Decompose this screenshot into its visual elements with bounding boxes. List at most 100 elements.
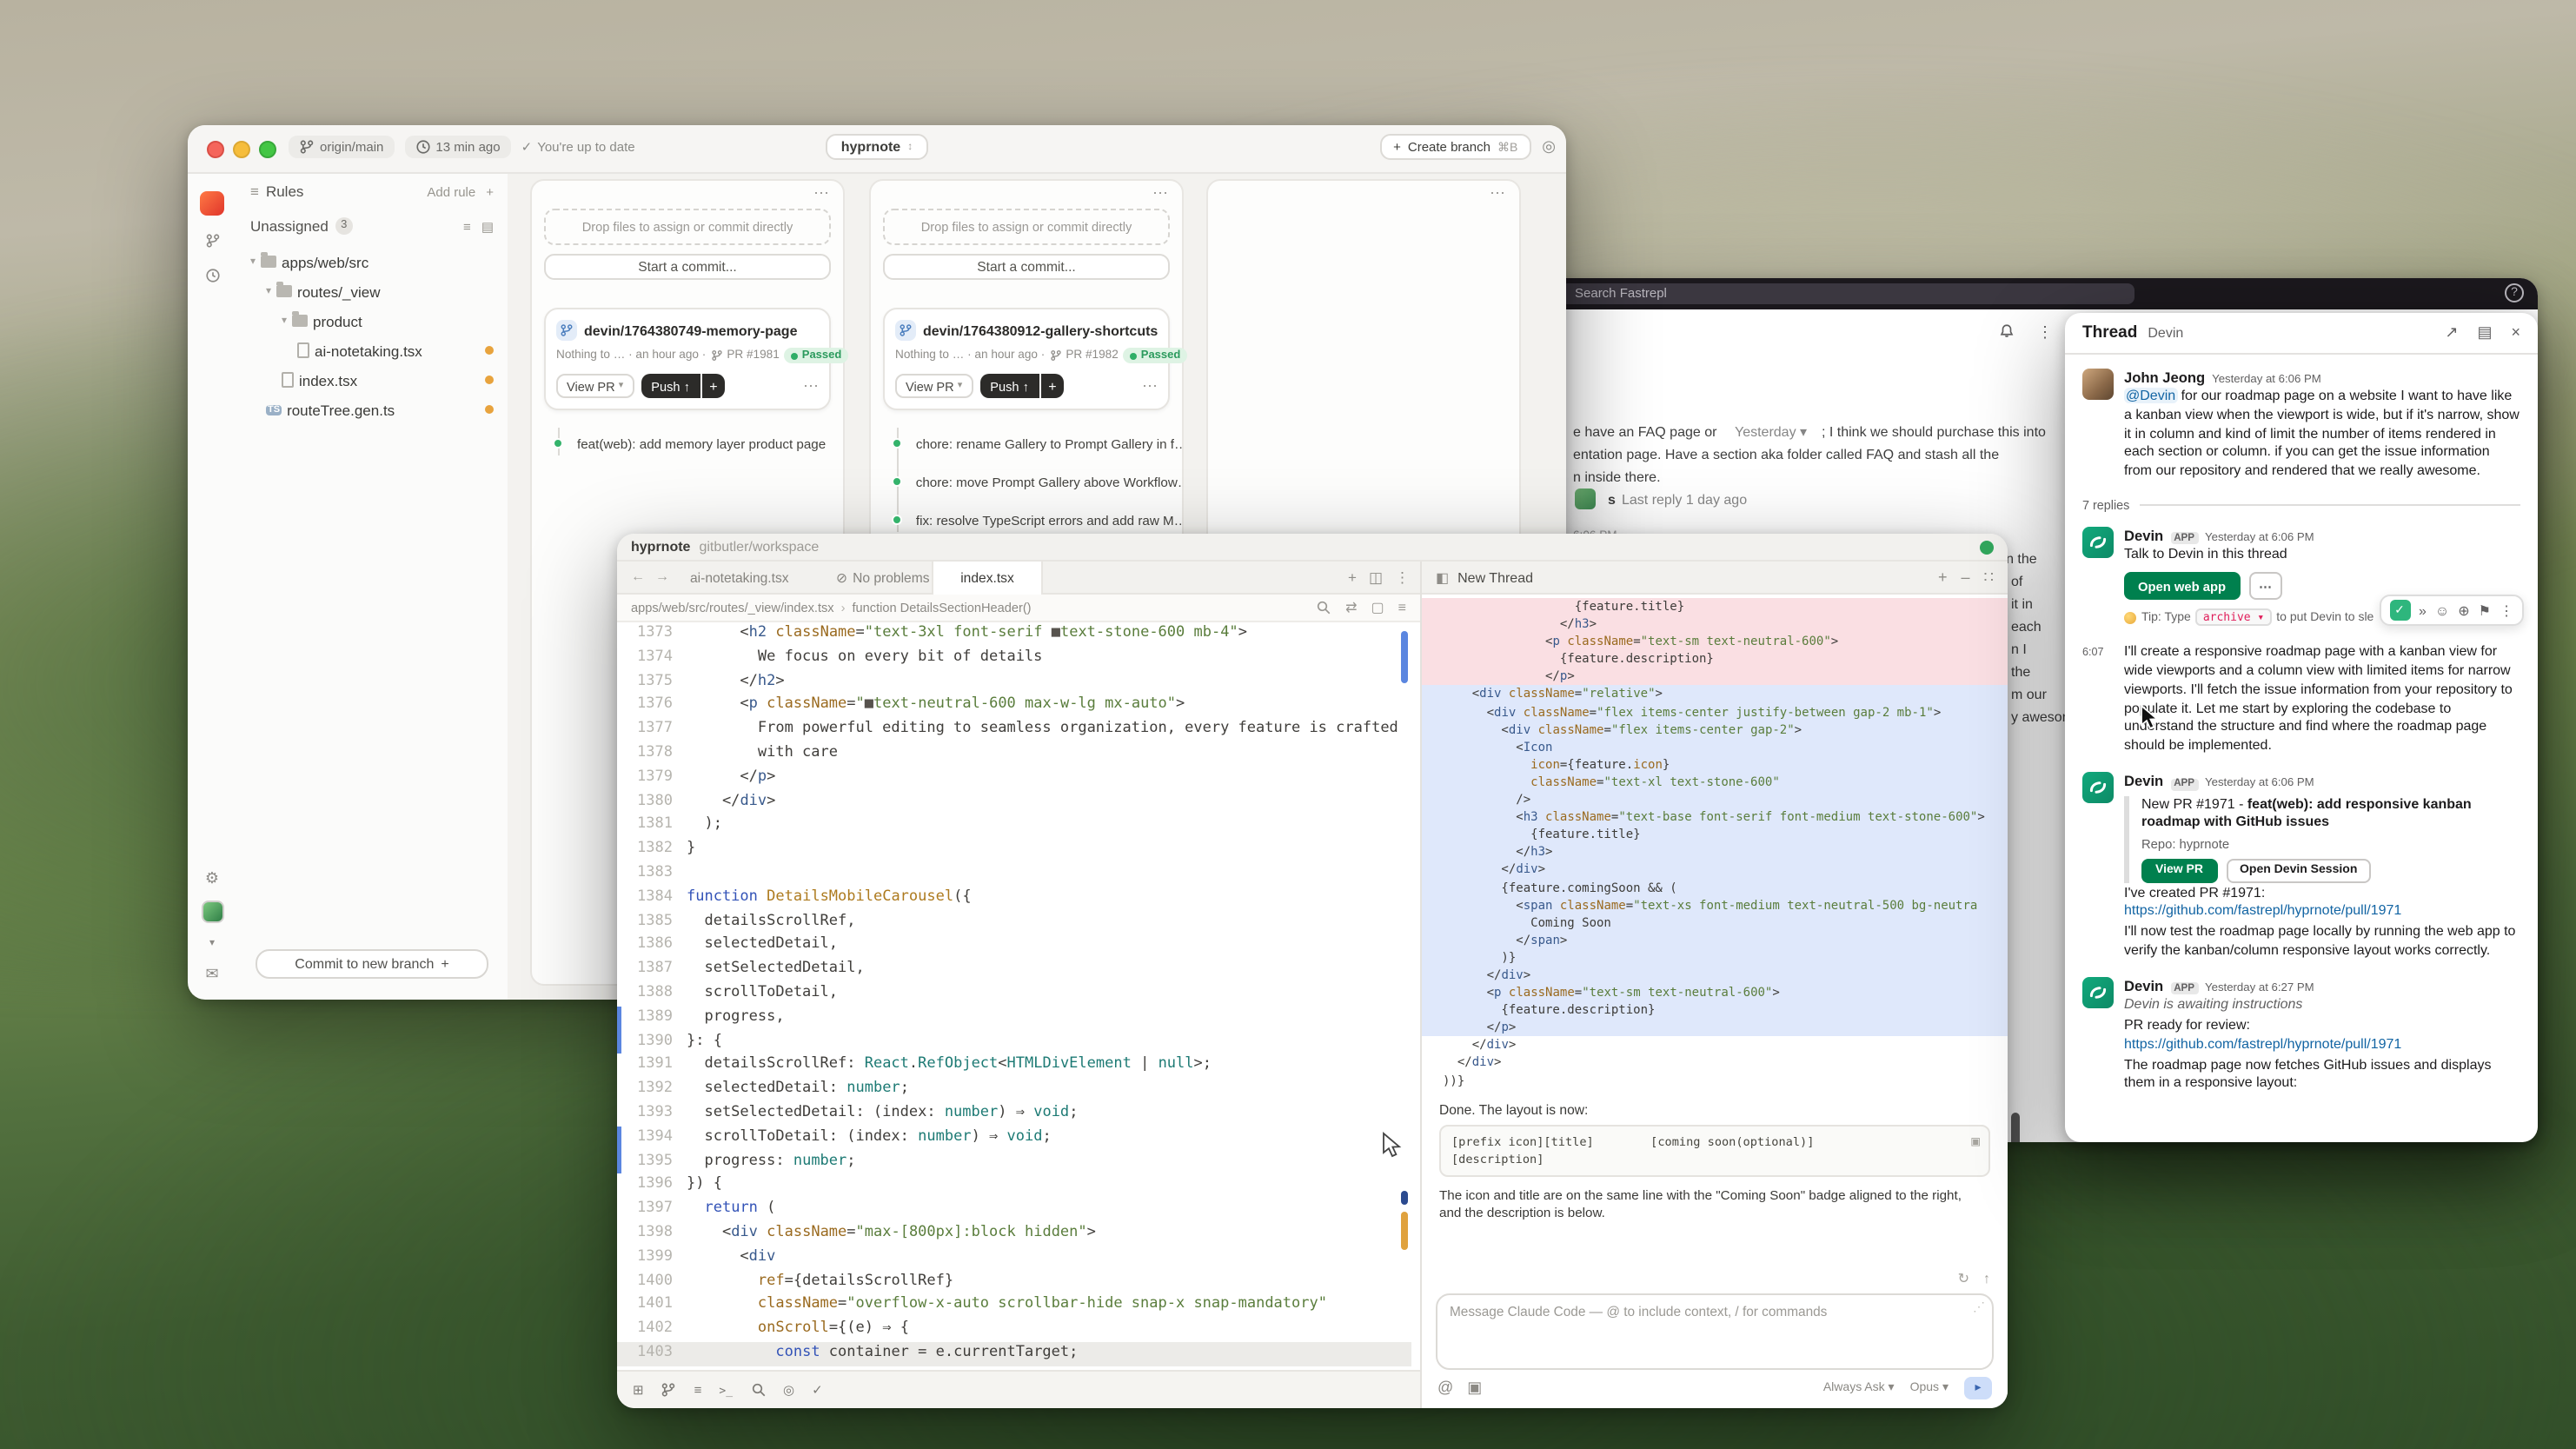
- tree-item-ai-notetaking.tsx[interactable]: ai-notetaking.tsx: [236, 336, 508, 365]
- kebab-menu-icon[interactable]: ⋮: [2037, 323, 2053, 342]
- code-line-1378[interactable]: 1378 with care: [617, 742, 1411, 767]
- diagnostics-icon[interactable]: ◎: [783, 1382, 794, 1398]
- code-line-1386[interactable]: 1386 selectedDetail,: [617, 934, 1411, 959]
- code-line-1387[interactable]: 1387 setSelectedDetail,: [617, 958, 1411, 982]
- drop-zone[interactable]: Drop files to assign or commit directly: [544, 209, 831, 245]
- pr-number[interactable]: PR #1982: [1050, 349, 1118, 362]
- add-rule-button[interactable]: Add rule+: [427, 183, 494, 199]
- code-line-1382[interactable]: 1382}: [617, 838, 1411, 862]
- code-line-1391[interactable]: 1391 detailsScrollRef: React.RefObject<H…: [617, 1054, 1411, 1079]
- message-more-button[interactable]: ⋯: [2248, 573, 2282, 601]
- lane-menu-icon[interactable]: ⋯: [813, 184, 831, 203]
- replies-count[interactable]: 7 replies: [2082, 497, 2129, 513]
- split-editor-icon[interactable]: ◫: [1369, 568, 1383, 588]
- archive-command-chip[interactable]: archive ▾: [2196, 609, 2271, 627]
- editor-settings-icon[interactable]: ≡: [1398, 599, 1406, 616]
- code-line-1381[interactable]: 1381 );: [617, 814, 1411, 839]
- assistant-thread-title[interactable]: New Thread: [1457, 569, 1533, 585]
- code-line-1374[interactable]: 1374 We focus on every bit of details: [617, 647, 1411, 671]
- new-thread-icon[interactable]: +: [1938, 568, 1948, 587]
- message-timestamp[interactable]: Yesterday at 6:06 PM: [2205, 532, 2314, 544]
- forward-icon[interactable]: »: [2419, 603, 2427, 619]
- start-commit-button[interactable]: Start a commit...: [544, 254, 831, 280]
- pr-link[interactable]: https://github.com/fastrepl/hyprnote/pul…: [2124, 1036, 2520, 1055]
- copy-icon[interactable]: ▣: [1971, 1133, 1980, 1150]
- open-web-app-button[interactable]: Open web app: [2124, 573, 2240, 601]
- commit-item[interactable]: chore: rename Gallery to Prompt Gallery …: [892, 424, 1182, 462]
- view-pr-button[interactable]: View PR ▾: [556, 374, 634, 398]
- history-icon[interactable]: [204, 268, 220, 285]
- send-button[interactable]: ▸: [1964, 1376, 1992, 1399]
- collapse-icon[interactable]: –: [1962, 568, 1970, 587]
- commit-item[interactable]: feat(web): add memory layer product page: [553, 424, 843, 462]
- code-line-1376[interactable]: 1376 <p className="■text-neutral-600 max…: [617, 695, 1411, 719]
- chevron-down-icon[interactable]: ▾: [209, 937, 215, 953]
- feedback-mail-icon[interactable]: ✉: [205, 967, 218, 982]
- code-line-1398[interactable]: 1398 <div className="max-[800px]:block h…: [617, 1222, 1411, 1246]
- resize-handle-icon[interactable]: ⋰: [1973, 1300, 1985, 1314]
- slack-search-input[interactable]: Search Fastrepl: [1561, 283, 2134, 304]
- statusbar-branch-icon[interactable]: [661, 1381, 677, 1399]
- code-line-1392[interactable]: 1392 selectedDetail: number;: [617, 1078, 1411, 1102]
- thread-channel[interactable]: Devin: [2148, 325, 2183, 341]
- check-reaction-icon[interactable]: ✓: [2389, 601, 2410, 621]
- tree-item-apps/web/src[interactable]: ▾apps/web/src: [236, 247, 508, 276]
- open-devin-session-button[interactable]: Open Devin Session: [2226, 858, 2371, 882]
- card-menu-icon[interactable]: ⋯: [1142, 376, 1158, 395]
- tree-view-icon[interactable]: ▤: [481, 218, 494, 234]
- branch-card[interactable]: devin/1764380749-memory-pageNothing to ……: [544, 308, 831, 410]
- assistant-input-box[interactable]: ⋰: [1436, 1293, 1994, 1370]
- code-line-1401[interactable]: 1401 className="overflow-x-auto scrollba…: [617, 1294, 1411, 1319]
- tree-item-routeTree.gen.ts[interactable]: TSrouteTree.gen.ts: [236, 395, 508, 424]
- editor-more-icon[interactable]: ⋮: [1395, 568, 1410, 588]
- search-icon[interactable]: [1316, 599, 1331, 616]
- tab-ai-notetaking[interactable]: ai-notetaking.tsx: [680, 562, 800, 595]
- code-line-1373[interactable]: 1373 <h2 className="text-3xl font-serif …: [617, 622, 1411, 647]
- editor-scrollbar[interactable]: [1401, 622, 1408, 1370]
- emoji-icon[interactable]: ☺: [2435, 603, 2449, 619]
- code-line-1385[interactable]: 1385 detailsScrollRef,: [617, 910, 1411, 934]
- breadcrumb-path[interactable]: apps/web/src/routes/_view/index.tsx: [631, 600, 834, 615]
- mention-icon[interactable]: @: [1437, 1379, 1453, 1396]
- nav-forward-icon[interactable]: →: [655, 568, 669, 584]
- thread-settings-icon[interactable]: ▤: [2477, 323, 2492, 342]
- tab-index-tsx[interactable]: index.tsx: [932, 562, 1043, 595]
- tree-item-product[interactable]: ▾product: [236, 306, 508, 336]
- message-author[interactable]: John Jeong: [2124, 369, 2205, 386]
- view-pr-button[interactable]: View PR: [2141, 858, 2217, 882]
- attach-image-icon[interactable]: ▣: [1467, 1378, 1482, 1397]
- commit-to-new-branch-button[interactable]: Commit to new branch+: [256, 949, 488, 979]
- card-menu-icon[interactable]: ⋯: [803, 376, 819, 395]
- breadcrumb-symbol[interactable]: function DetailsSectionHeader(): [853, 600, 1032, 615]
- message-timestamp[interactable]: Yesterday at 6:06 PM: [2205, 777, 2314, 789]
- code-line-1397[interactable]: 1397 return (: [617, 1198, 1411, 1222]
- ci-status-badge[interactable]: Passed: [1124, 348, 1188, 363]
- terminal-icon[interactable]: >_: [719, 1383, 733, 1397]
- new-tab-icon[interactable]: +: [1348, 568, 1357, 588]
- branch-name[interactable]: devin/1764380749-memory-page: [584, 322, 797, 338]
- code-line-1377[interactable]: 1377 From powerful editing to seamless o…: [617, 718, 1411, 742]
- grid-icon[interactable]: ⊞: [633, 1382, 644, 1398]
- code-line-1384[interactable]: 1384function DetailsMobileCarousel({: [617, 887, 1411, 911]
- mention-chip[interactable]: @Devin: [2124, 388, 2177, 403]
- scroll-up-icon[interactable]: ↑: [1983, 1271, 1990, 1286]
- code-line-1399[interactable]: 1399 <div: [617, 1246, 1411, 1270]
- pr-link[interactable]: https://github.com/fastrepl/hyprnote/pul…: [2124, 903, 2520, 922]
- ci-status-badge[interactable]: Passed: [785, 348, 849, 363]
- code-line-1395[interactable]: 1395 progress: number;: [617, 1150, 1411, 1174]
- code-line-1390[interactable]: 1390}: {: [617, 1030, 1411, 1054]
- unassigned-header[interactable]: Unassigned3 ≡▤: [236, 209, 508, 243]
- code-line-1383[interactable]: 1383: [617, 862, 1411, 887]
- add-reaction-icon[interactable]: ⊕: [2458, 603, 2469, 619]
- branches-icon[interactable]: [204, 233, 220, 250]
- diff-icon[interactable]: ⇄: [1345, 599, 1357, 616]
- message-author[interactable]: Devin: [2124, 772, 2163, 789]
- help-icon[interactable]: ?: [2505, 283, 2524, 302]
- code-line-1393[interactable]: 1393 setSelectedDetail: (index: number) …: [617, 1102, 1411, 1127]
- more-actions-icon[interactable]: ⋮: [2500, 603, 2513, 619]
- check-icon[interactable]: ✓: [812, 1382, 823, 1398]
- message-timestamp[interactable]: Yesterday at 6:06 PM: [2212, 374, 2321, 386]
- assistant-message-input[interactable]: [1450, 1304, 1968, 1319]
- drop-zone[interactable]: Drop files to assign or commit directly: [883, 209, 1170, 245]
- code-editor[interactable]: 1373 <h2 className="text-3xl font-serif …: [617, 622, 1411, 1370]
